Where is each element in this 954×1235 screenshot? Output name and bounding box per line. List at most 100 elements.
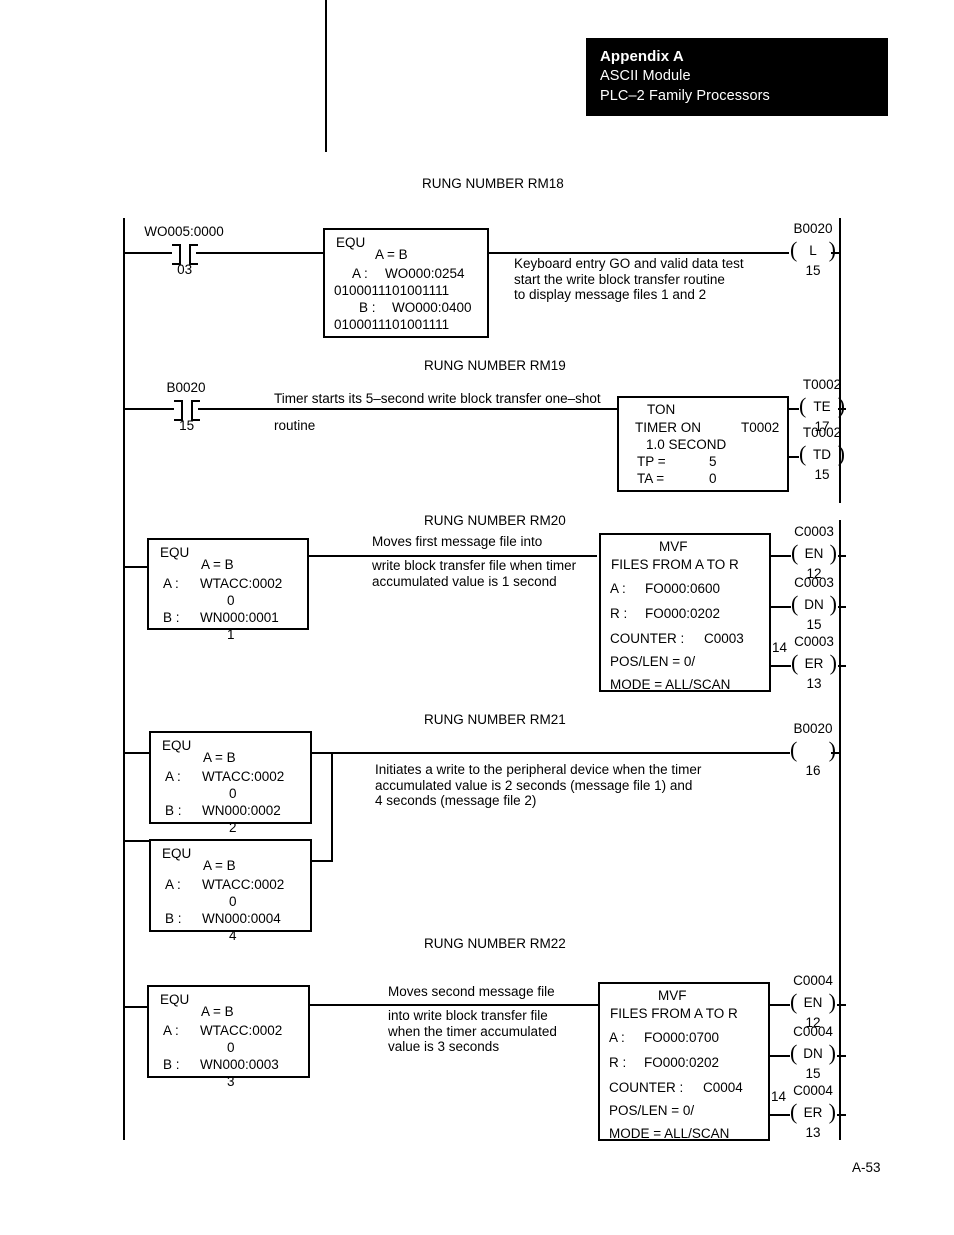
wire-rm21-branch-vert xyxy=(331,752,333,862)
equ-a-value: WTACC:0002 xyxy=(200,1023,283,1038)
wire-rm22-en2 xyxy=(837,1004,846,1006)
wire-rm21-a xyxy=(124,752,150,754)
coil-paren-right: ) xyxy=(829,650,837,675)
wire-rm20-er xyxy=(771,665,791,667)
wire-rm21-b xyxy=(312,752,790,754)
contact-label: B0020 xyxy=(166,380,206,395)
ton-reference: T0002 xyxy=(741,420,780,435)
wire-rm19-b xyxy=(198,408,617,410)
equ-a-extra: 0 xyxy=(227,1040,235,1055)
coil-c0003-er[interactable]: C0003 ( ER ) 13 xyxy=(790,634,838,691)
coil-t0002-td[interactable]: T0002 ( TD ) 15 xyxy=(798,425,846,482)
coil-paren-left: ( xyxy=(790,737,798,762)
comment-rm20-top: Moves first message file into xyxy=(372,534,543,549)
wire-rm20-er2 xyxy=(838,665,846,667)
equ-block-rm20[interactable]: EQU A = B A : WTACC:0002 0 B : WN000:000… xyxy=(147,538,309,642)
equ-block-rm21-2[interactable]: EQU A = B A : WTACC:0002 0 B : WN000:000… xyxy=(149,839,312,943)
coil-address: 15 xyxy=(806,617,822,632)
equ-block-rm18[interactable]: EQU A = B A : WO000:0254 010001110100111… xyxy=(323,228,489,338)
mvf-poslen: POS/LEN = 0/ xyxy=(610,654,696,669)
coil-b0020-rm21[interactable]: B0020 ( ) 16 xyxy=(789,721,837,778)
mvf-subtitle: FILES FROM A TO R xyxy=(610,1006,738,1021)
coil-name: C0003 xyxy=(794,634,834,649)
coil-address: 15 xyxy=(805,1066,821,1081)
ladder-left-rail xyxy=(123,218,125,1140)
wire-rm21-branch-horiz xyxy=(312,860,333,862)
mvf-block-rm20[interactable]: MVF FILES FROM A TO R A : FO000:0600 R :… xyxy=(599,533,771,692)
equ-type: EQU xyxy=(160,992,190,1007)
mvf-a-value: FO000:0600 xyxy=(645,581,721,596)
marker-rm20: 14 xyxy=(772,640,788,655)
equ-a-extra: 0 xyxy=(229,894,237,909)
equ-relation: A = B xyxy=(201,557,234,572)
equ-block-rm21-1[interactable]: EQU A = B A : WTACC:0002 0 B : WN000:000… xyxy=(149,731,312,835)
coil-c0003-en[interactable]: C0003 ( EN ) 12 xyxy=(790,524,838,581)
coil-name: B0020 xyxy=(793,721,833,736)
wire-rm18-c xyxy=(489,252,789,254)
mvf-counter-label: COUNTER : xyxy=(609,1080,684,1095)
equ-b-label: B : xyxy=(359,300,376,315)
wire-rm22-er2 xyxy=(837,1114,846,1116)
equ-a-extra: 0 xyxy=(227,593,235,608)
wire-rm22-b xyxy=(310,1004,598,1006)
equ-a-label: A : xyxy=(163,1023,179,1038)
equ-b-label: B : xyxy=(163,610,180,625)
mvf-counter-label: COUNTER : xyxy=(610,631,685,646)
equ-a-extra: 0100011101001111 xyxy=(334,283,450,298)
wire-rm21-d xyxy=(831,752,841,754)
coil-name: C0004 xyxy=(793,1024,833,1039)
equ-a-label: A : xyxy=(165,769,181,784)
mvf-type: MVF xyxy=(659,539,688,554)
contact-b0020-rm19[interactable]: B0020 15 xyxy=(166,380,205,433)
wire-rm22-en xyxy=(770,1004,790,1006)
wire-rm20-dn xyxy=(771,606,791,608)
equ-block-rm22[interactable]: EQU A = B A : WTACC:0002 0 B : WN000:000… xyxy=(147,985,310,1089)
coil-c0003-dn[interactable]: C0003 ( DN ) 15 xyxy=(790,575,838,632)
comment-rm22-bottom: into write block transfer file when the … xyxy=(388,1008,557,1054)
wire-rm20-en xyxy=(771,555,791,557)
coil-b0020-latch[interactable]: B0020 ( L ) 15 xyxy=(789,221,837,278)
wire-rm22-er xyxy=(770,1114,790,1116)
contact-address: 15 xyxy=(179,418,195,433)
document-page: Appendix A ASCII Module PLC–2 Family Pro… xyxy=(0,0,954,1235)
coil-name: T0002 xyxy=(802,377,842,392)
comment-rm22-top: Moves second message file xyxy=(388,984,555,999)
equ-b-value: WO000:0400 xyxy=(392,300,472,315)
coil-c0004-dn[interactable]: C0004 ( DN ) 15 xyxy=(789,1024,837,1081)
wire-rm18-d xyxy=(831,252,841,254)
wire-rm19-a xyxy=(124,408,174,410)
ton-tp-value: 5 xyxy=(709,454,717,469)
marker-rm22: 14 xyxy=(771,1089,787,1104)
header-module: ASCII Module xyxy=(600,68,691,84)
contact-wo005-0000[interactable]: WO005:0000 03 xyxy=(144,224,224,277)
ton-block-rm19[interactable]: TON TIMER ON T0002 1.0 SECOND TP = 5 TA … xyxy=(617,396,789,492)
coil-c0004-en[interactable]: C0004 ( EN ) 12 xyxy=(789,973,837,1030)
mvf-block-rm22[interactable]: MVF FILES FROM A TO R A : FO000:0700 R :… xyxy=(598,982,770,1141)
equ-b-label: B : xyxy=(165,803,182,818)
wire-rm22-dn xyxy=(770,1055,790,1057)
equ-type: EQU xyxy=(160,545,190,560)
mvf-mode: MODE = ALL/SCAN xyxy=(610,677,731,692)
equ-type: EQU xyxy=(336,235,366,250)
rung-title-rm21: RUNG NUMBER RM21 xyxy=(424,712,566,727)
wire-rm20-b xyxy=(309,555,597,557)
coil-paren-right: ) xyxy=(828,737,836,762)
wire-rm20-a xyxy=(124,566,148,568)
coil-name: B0020 xyxy=(793,221,833,236)
mvf-a-label: A : xyxy=(610,581,626,596)
wire-rm22-a xyxy=(124,1006,148,1008)
coil-name: C0004 xyxy=(793,973,833,988)
equ-b-extra: 2 xyxy=(229,820,237,835)
equ-a-label: A : xyxy=(165,877,181,892)
mvf-counter-value: C0004 xyxy=(703,1080,743,1095)
equ-b-label: B : xyxy=(165,911,182,926)
equ-relation: A = B xyxy=(375,247,408,262)
equ-b-extra: 1 xyxy=(227,627,235,642)
coil-c0004-er[interactable]: C0004 ( ER ) 13 xyxy=(789,1083,837,1140)
mvf-poslen: POS/LEN = 0/ xyxy=(609,1103,695,1118)
equ-a-value: WTACC:0002 xyxy=(200,576,283,591)
coil-paren-right: ) xyxy=(828,1099,836,1124)
coil-address: 15 xyxy=(814,467,830,482)
equ-a-value: WTACC:0002 xyxy=(202,769,285,784)
equ-a-label: A : xyxy=(163,576,179,591)
